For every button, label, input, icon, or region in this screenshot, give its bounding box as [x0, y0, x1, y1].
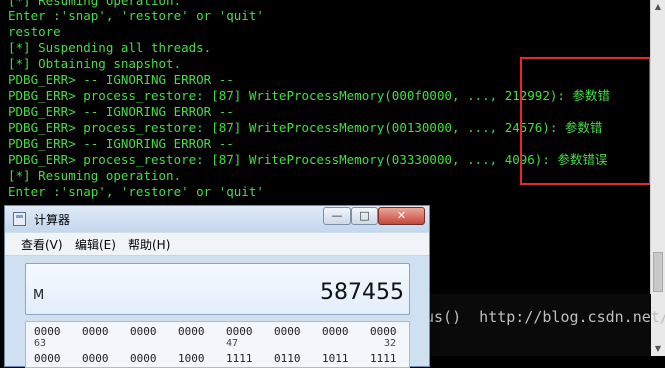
- menu-edit[interactable]: 编辑(E): [75, 236, 116, 253]
- window-title: 计算器: [34, 213, 71, 227]
- bit-group[interactable]: 0000: [34, 326, 61, 338]
- scroll-down-icon[interactable]: ▼: [653, 344, 663, 354]
- bit-position-label: 63: [34, 338, 47, 349]
- calculator-window[interactable]: 计算器 — □ ✕ 查看(V) 编辑(E) 帮助(H) M 587455 000…: [4, 205, 430, 368]
- calculator-titlebar[interactable]: 计算器 — □ ✕: [5, 206, 429, 232]
- background-window-text: us() http://blog.csdn.net/: [425, 308, 665, 326]
- menu-view[interactable]: 查看(V): [21, 236, 63, 253]
- error-highlight-box: [520, 57, 651, 185]
- menu-help[interactable]: 帮助(H): [128, 236, 170, 253]
- menu-bar: 查看(V) 编辑(E) 帮助(H): [5, 233, 429, 256]
- calculator-display: M 587455: [25, 263, 410, 315]
- console-line: Enter :'snap', 'restore' or 'quit': [8, 184, 264, 199]
- bit-group[interactable]: 0000: [274, 326, 301, 338]
- bit-group[interactable]: 0000: [130, 353, 157, 365]
- bit-group[interactable]: 0000: [226, 326, 253, 338]
- bit-position-label: 32: [384, 338, 397, 349]
- binary-bit-display: 0000 0000 0000 0000 0000 0000 0000 0000 …: [25, 321, 410, 368]
- console-line: PDBG_ERR> process_restore: [87] WritePro…: [8, 152, 608, 167]
- minimize-button[interactable]: —: [323, 207, 351, 225]
- bit-group[interactable]: 0000: [322, 326, 349, 338]
- console-line: [*] Resuming operation.: [8, 168, 182, 183]
- bit-group[interactable]: 1111: [370, 353, 397, 365]
- bit-group[interactable]: 0000: [34, 353, 61, 365]
- bit-group[interactable]: 0110: [274, 353, 301, 365]
- bit-group[interactable]: 1011: [322, 353, 349, 365]
- console-line: [*] Obtaining snapshot.: [8, 56, 182, 71]
- bit-group[interactable]: 0000: [82, 353, 109, 365]
- console-line: [*] Suspending all threads.: [8, 40, 212, 55]
- bit-group[interactable]: 1111: [226, 353, 253, 365]
- bit-group[interactable]: 1000: [178, 353, 205, 365]
- calculator-icon: [13, 212, 26, 226]
- console-line: PDBG_ERR> -- IGNORING ERROR --: [8, 104, 234, 119]
- scroll-up-icon[interactable]: ▲: [653, 2, 663, 12]
- maximize-button[interactable]: □: [351, 207, 378, 225]
- console-line: PDBG_ERR> process_restore: [87] WritePro…: [8, 120, 603, 135]
- display-value: 587455: [320, 280, 404, 305]
- bit-group[interactable]: 0000: [82, 326, 109, 338]
- scroll-thumb[interactable]: [653, 252, 663, 292]
- console-scrollbar[interactable]: ▲ ▼: [650, 0, 665, 356]
- console-line: Enter :'snap', 'restore' or 'quit': [8, 8, 264, 23]
- bit-position-label: 47: [226, 338, 239, 349]
- console-line: PDBG_ERR> -- IGNORING ERROR --: [8, 72, 234, 87]
- bit-group[interactable]: 0000: [178, 326, 205, 338]
- bit-group[interactable]: 0000: [130, 326, 157, 338]
- console-line: PDBG_ERR> -- IGNORING ERROR --: [8, 136, 234, 151]
- memory-indicator: M: [33, 288, 45, 303]
- console-line: restore: [8, 24, 61, 39]
- bit-group[interactable]: 0000: [370, 326, 397, 338]
- close-button[interactable]: ✕: [378, 207, 425, 225]
